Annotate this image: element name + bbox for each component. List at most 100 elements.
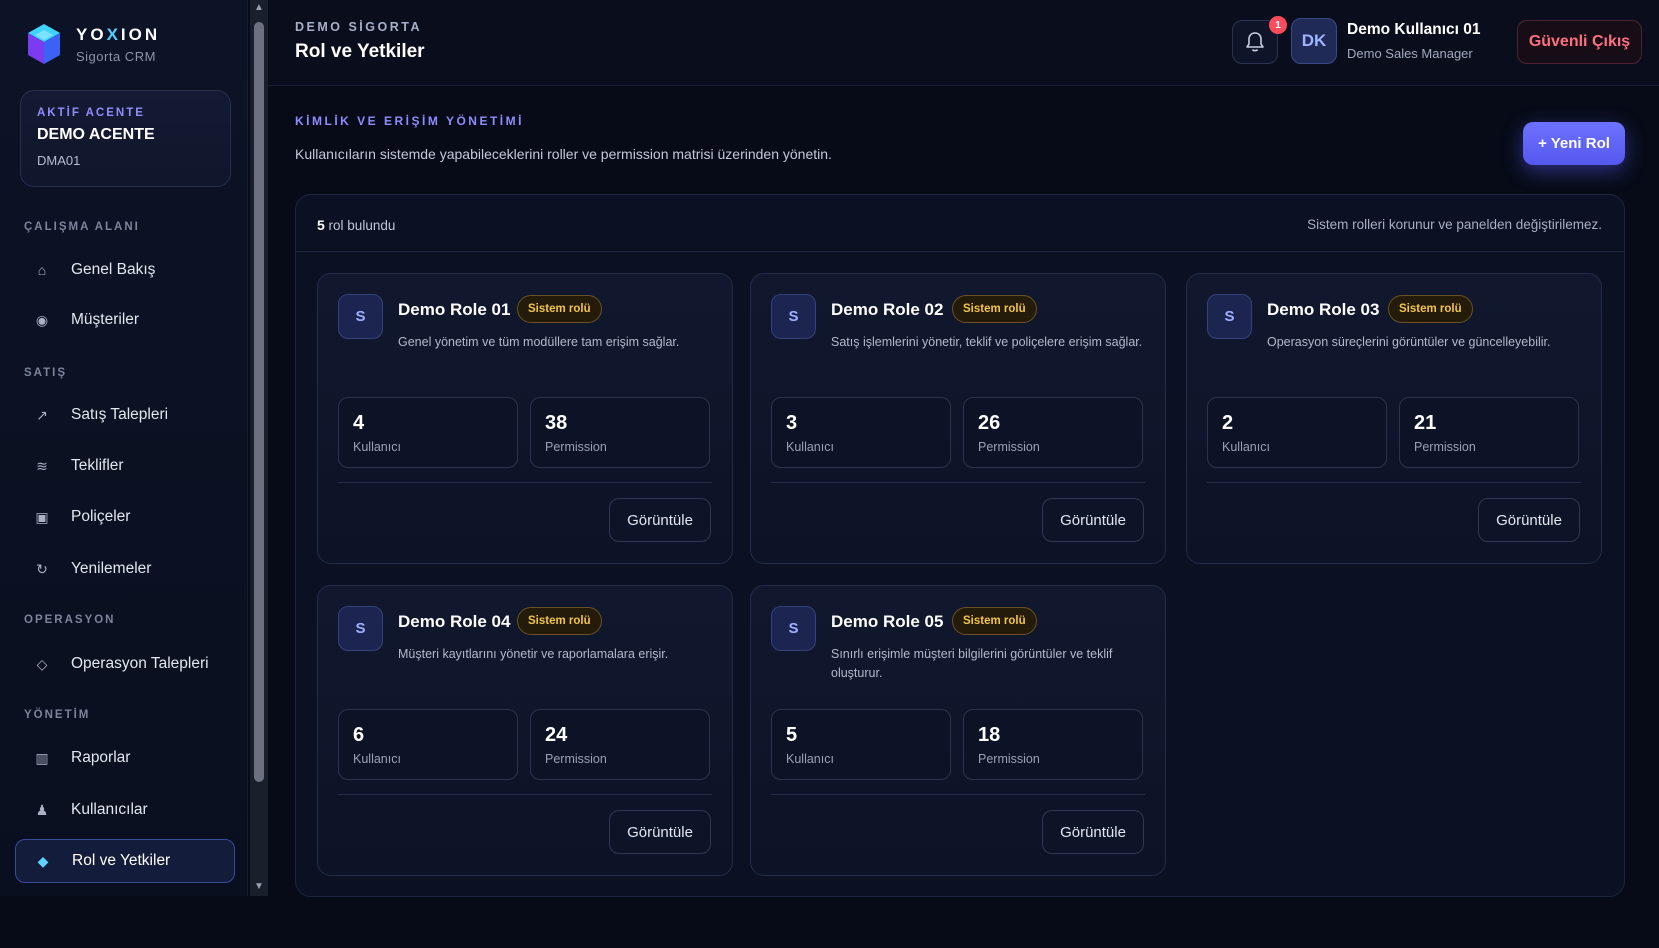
- scroll-down-arrow-icon[interactable]: ▼: [254, 881, 264, 892]
- cube-logo-icon: [28, 24, 60, 64]
- scrollbar-thumb[interactable]: [254, 22, 264, 782]
- diamond-outline-icon: ◇: [36, 655, 48, 672]
- system-role-badge: Sistem rolü: [517, 607, 602, 635]
- role-card: S Demo Role 02 Sistem rolü Satış işlemle…: [750, 273, 1166, 564]
- role-name: Demo Role 01: [398, 300, 511, 319]
- role-initial-icon: S: [1207, 294, 1252, 339]
- permission-count: 18: [978, 724, 1001, 746]
- brand-subtitle: Sigorta CRM: [76, 48, 156, 64]
- user-name: Demo Kullanıcı 01: [1347, 21, 1481, 38]
- trend-up-icon: ↗: [36, 406, 48, 423]
- roles-panel: 5 rol bulundu Sistem rolleri korunur ve …: [295, 194, 1625, 897]
- system-role-badge: Sistem rolü: [952, 295, 1037, 323]
- role-initial-icon: S: [771, 294, 816, 339]
- user-count-stat: 2 Kullanıcı: [1207, 397, 1387, 468]
- bell-icon: [1246, 32, 1264, 52]
- sidebar-scrollbar[interactable]: ▲ ▼: [250, 0, 268, 896]
- role-count: 5 rol bulundu: [317, 217, 396, 233]
- page-title: Rol ve Yetkiler: [295, 41, 425, 62]
- top-header: DEMO SİGORTA Rol ve Yetkiler 1 DK Demo K…: [268, 0, 1659, 86]
- sidebar-item-users[interactable]: ♟ Kullanıcılar: [15, 788, 235, 832]
- user-count: 4: [353, 412, 365, 434]
- permission-count: 26: [978, 412, 1001, 434]
- home-icon: ⌂: [37, 262, 47, 278]
- agent-label: AKTİF ACENTE: [37, 107, 145, 119]
- permission-count-label: Permission: [978, 440, 1040, 454]
- brand-name: YOXION: [76, 24, 161, 44]
- sidebar-item-reports[interactable]: ▥ Raporlar: [15, 736, 235, 780]
- active-agent-card[interactable]: AKTİF ACENTE DEMO ACENTE DMA01: [20, 90, 231, 187]
- user-count-label: Kullanıcı: [1222, 440, 1270, 454]
- agent-name: DEMO ACENTE: [37, 126, 155, 143]
- nav-section-sales: SATIŞ: [24, 367, 68, 379]
- view-role-button[interactable]: Görüntüle: [1042, 498, 1144, 542]
- system-roles-note: Sistem rolleri korunur ve panelden değiş…: [1307, 217, 1602, 232]
- quotes-icon: ≋: [36, 457, 48, 474]
- sidebar-item-label: Satış Talepleri: [71, 406, 169, 423]
- view-role-button[interactable]: Görüntüle: [609, 810, 711, 854]
- user-count: 2: [1222, 412, 1234, 434]
- sidebar-item-operation-requests[interactable]: ◇ Operasyon Talepleri: [15, 642, 235, 686]
- role-card: S Demo Role 04 Sistem rolü Müşteri kayıt…: [317, 585, 733, 876]
- sidebar-item-customers[interactable]: ◉ Müşteriler: [15, 298, 235, 342]
- sidebar: YOXION Sigorta CRM AKTİF ACENTE DEMO ACE…: [0, 0, 248, 896]
- user-count: 5: [786, 724, 798, 746]
- user-count-label: Kullanıcı: [353, 440, 401, 454]
- sidebar-item-sales-requests[interactable]: ↗ Satış Talepleri: [15, 393, 235, 437]
- system-role-badge: Sistem rolü: [952, 607, 1037, 635]
- role-description: Genel yönetim ve tüm modüllere tam erişi…: [398, 335, 680, 349]
- user-role: Demo Sales Manager: [1347, 46, 1473, 61]
- role-initial-icon: S: [338, 606, 383, 651]
- scroll-up-arrow-icon[interactable]: ▲: [254, 2, 264, 13]
- sidebar-item-label: Poliçeler: [71, 508, 131, 525]
- user-count-stat: 3 Kullanıcı: [771, 397, 951, 468]
- permission-count-stat: 26 Permission: [963, 397, 1143, 468]
- brand[interactable]: YOXION Sigorta CRM: [26, 22, 160, 66]
- role-name: Demo Role 05: [831, 612, 944, 631]
- role-description: Müşteri kayıtlarını yönetir ve raporlama…: [398, 647, 669, 661]
- agent-code: DMA01: [37, 153, 81, 168]
- sidebar-item-label: Operasyon Talepleri: [71, 655, 209, 672]
- sidebar-item-label: Rol ve Yetkiler: [72, 852, 171, 869]
- role-card: S Demo Role 03 Sistem rolü Operasyon sür…: [1186, 273, 1602, 564]
- role-name: Demo Role 04: [398, 612, 511, 631]
- permission-count-label: Permission: [978, 752, 1040, 766]
- view-role-button[interactable]: Görüntüle: [1478, 498, 1580, 542]
- permission-count-stat: 18 Permission: [963, 709, 1143, 780]
- role-description: Satış işlemlerini yönetir, teklif ve pol…: [831, 335, 1143, 349]
- sidebar-item-roles-permissions[interactable]: ◆ Rol ve Yetkiler: [15, 839, 235, 883]
- sidebar-item-label: Teklifler: [71, 457, 124, 474]
- user-count-stat: 6 Kullanıcı: [338, 709, 518, 780]
- panel-header: 5 rol bulundu Sistem rolleri korunur ve …: [296, 195, 1624, 252]
- sidebar-item-renewals[interactable]: ↻ Yenilemeler: [15, 547, 235, 591]
- customers-icon: ◉: [35, 311, 49, 328]
- card-divider: [338, 482, 712, 483]
- permission-count-label: Permission: [545, 752, 607, 766]
- card-divider: [338, 794, 712, 795]
- system-role-badge: Sistem rolü: [517, 295, 602, 323]
- notifications-button[interactable]: 1: [1232, 16, 1287, 64]
- sidebar-item-label: Müşteriler: [71, 311, 140, 328]
- sidebar-item-policies[interactable]: ▣ Poliçeler: [15, 495, 235, 539]
- card-divider: [771, 482, 1145, 483]
- role-name: Demo Role 03: [1267, 300, 1380, 319]
- refresh-icon: ↻: [36, 560, 48, 577]
- view-role-button[interactable]: Görüntüle: [1042, 810, 1144, 854]
- reports-icon: ▥: [35, 749, 49, 766]
- view-role-button[interactable]: Görüntüle: [609, 498, 711, 542]
- permission-count-stat: 21 Permission: [1399, 397, 1579, 468]
- system-role-badge: Sistem rolü: [1388, 295, 1473, 323]
- user-icon: ♟: [35, 801, 49, 818]
- avatar[interactable]: DK: [1291, 18, 1337, 64]
- logout-button[interactable]: Güvenli Çıkış: [1517, 20, 1642, 64]
- sidebar-item-quotes[interactable]: ≋ Teklifler: [15, 444, 235, 488]
- user-count-label: Kullanıcı: [786, 440, 834, 454]
- company-name: DEMO SİGORTA: [295, 20, 422, 34]
- user-count: 6: [353, 724, 365, 746]
- user-count-stat: 5 Kullanıcı: [771, 709, 951, 780]
- user-count-label: Kullanıcı: [786, 752, 834, 766]
- permission-count: 24: [545, 724, 568, 746]
- new-role-button[interactable]: + Yeni Rol: [1523, 122, 1625, 165]
- sidebar-item-overview[interactable]: ⌂ Genel Bakış: [15, 248, 235, 292]
- permission-count: 21: [1414, 412, 1437, 434]
